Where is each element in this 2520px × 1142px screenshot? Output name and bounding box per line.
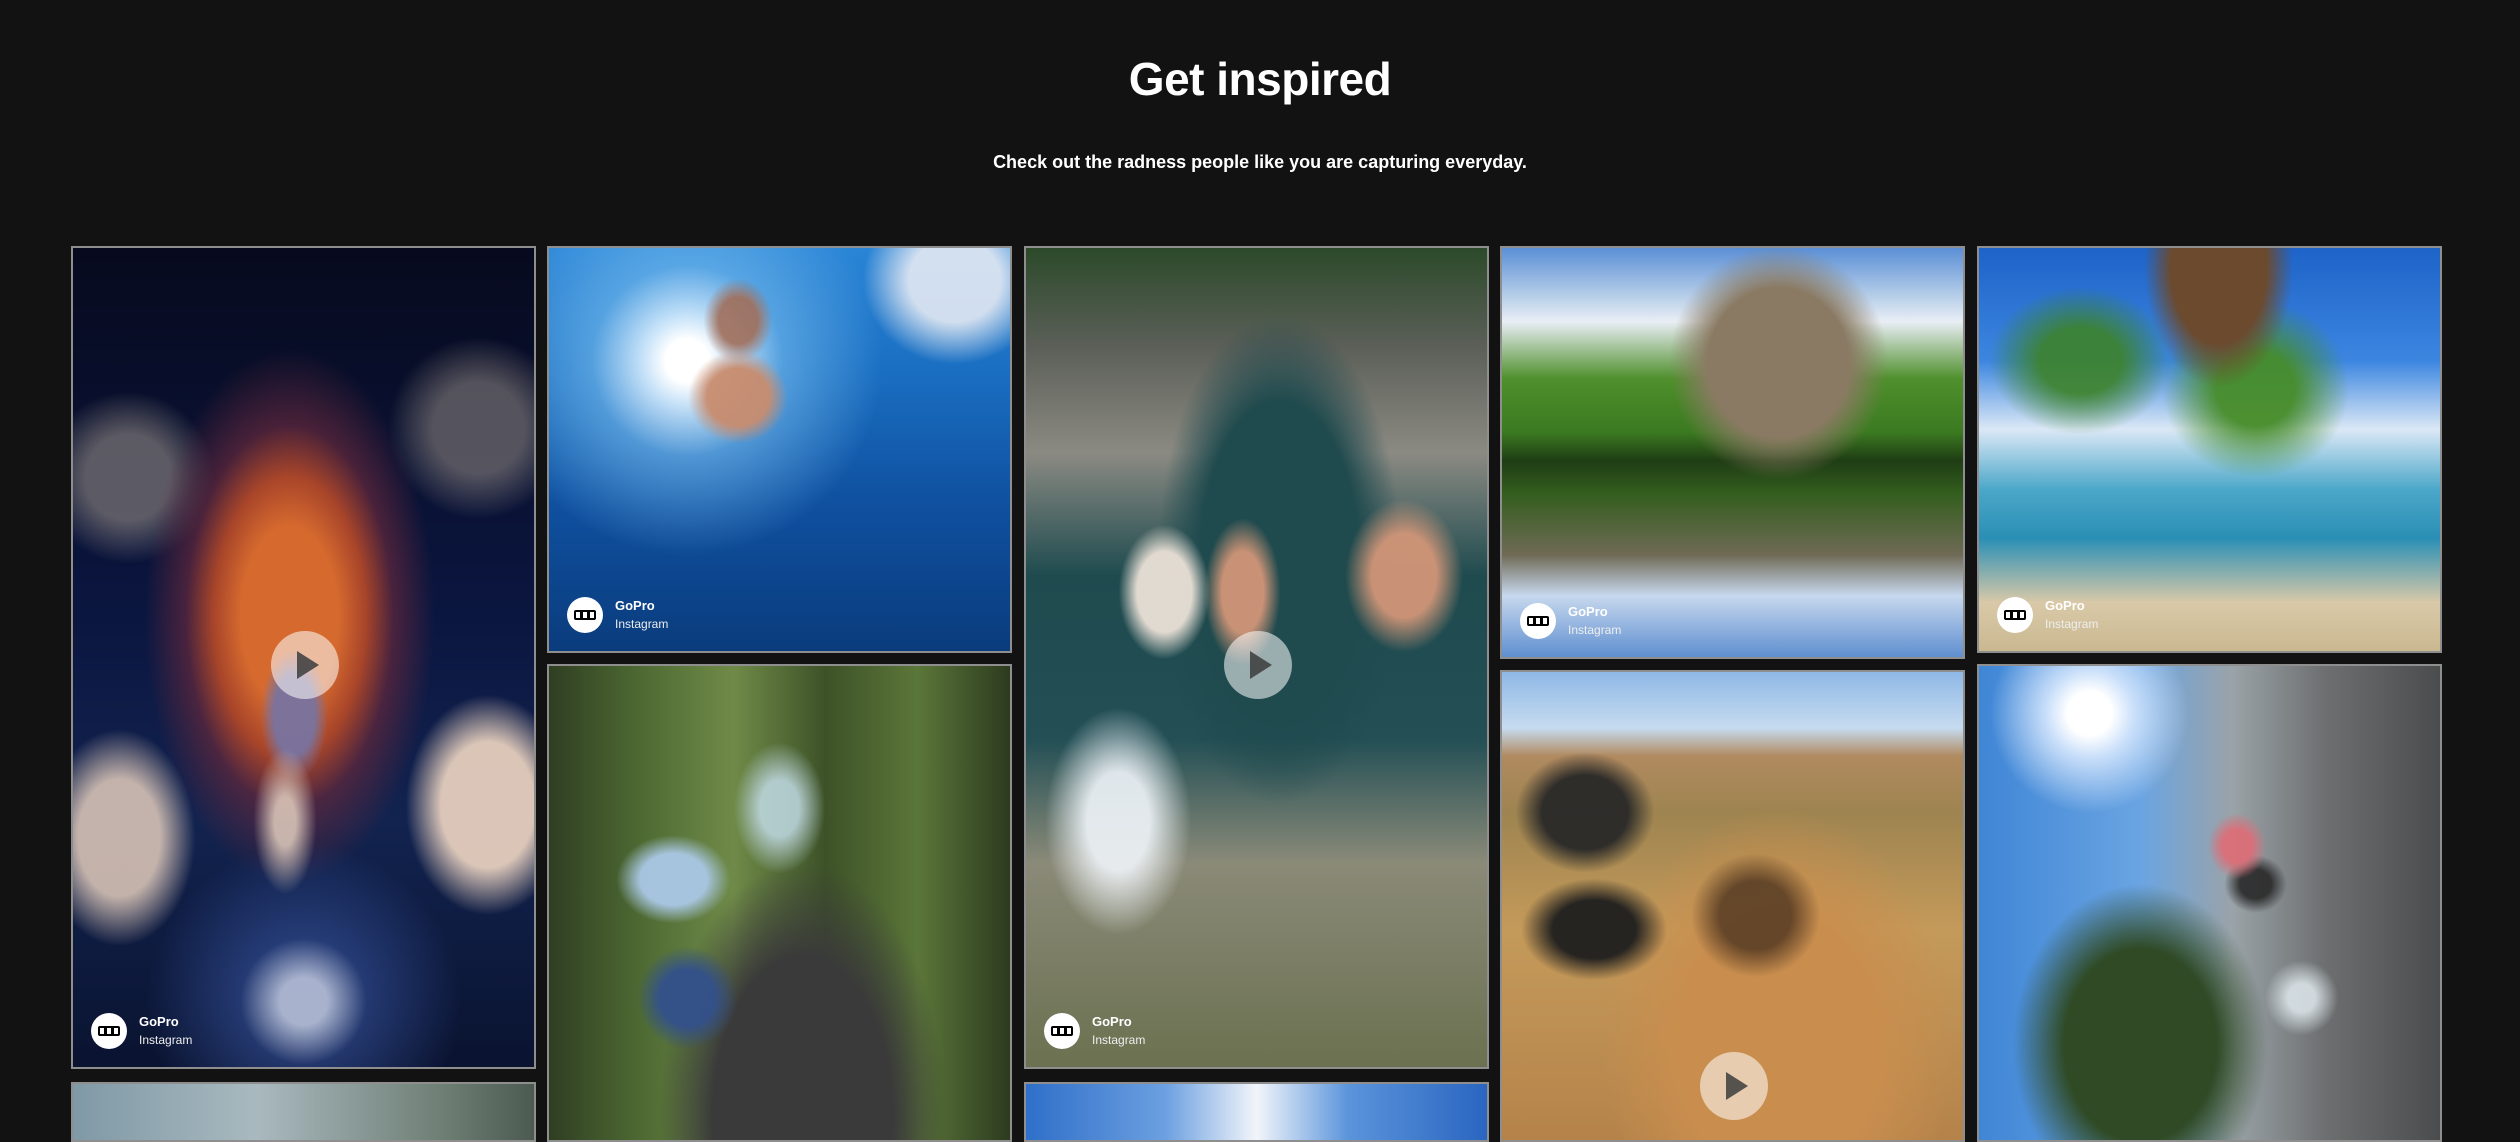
- badge-platform: Instagram: [139, 1033, 193, 1047]
- page-subtitle: Check out the radness people like you ar…: [993, 152, 1527, 172]
- gallery-tile[interactable]: GoPro Instagram: [547, 246, 1012, 653]
- photo-sky-partial: [1026, 1084, 1487, 1140]
- page-title: Get inspired: [1128, 53, 1392, 105]
- photo-palm-beach: [1979, 248, 2440, 651]
- badge-platform: Instagram: [1092, 1033, 1146, 1047]
- source-badge[interactable]: GoPro Instagram: [1520, 603, 1621, 639]
- gallery-tile[interactable]: [1500, 670, 1965, 1142]
- gallery-tile[interactable]: GoPro Instagram: [1500, 246, 1965, 659]
- source-badge[interactable]: GoPro Instagram: [1997, 597, 2098, 633]
- gallery-tile[interactable]: [71, 1082, 536, 1142]
- play-icon[interactable]: [271, 631, 339, 699]
- gopro-logo-icon: [1044, 1013, 1080, 1049]
- gallery-tile[interactable]: GoPro Instagram: [71, 246, 536, 1069]
- gopro-logo-icon: [567, 597, 603, 633]
- badge-brand: GoPro: [1568, 604, 1608, 619]
- badge-platform: Instagram: [615, 617, 669, 631]
- source-badge[interactable]: GoPro Instagram: [1044, 1013, 1145, 1049]
- gallery-tile[interactable]: [1024, 1082, 1489, 1142]
- badge-platform: Instagram: [2045, 617, 2099, 631]
- gopro-logo-icon: [1520, 603, 1556, 639]
- gallery-tile[interactable]: [1977, 664, 2442, 1142]
- gopro-logo-icon: [1997, 597, 2033, 633]
- badge-brand: GoPro: [2045, 598, 2085, 613]
- photo-mountain-lake: [1502, 248, 1963, 657]
- badge-brand: GoPro: [1092, 1014, 1132, 1029]
- source-badge[interactable]: GoPro Instagram: [567, 597, 668, 633]
- gallery-tile[interactable]: GoPro Instagram: [1977, 246, 2442, 653]
- play-icon[interactable]: [1224, 631, 1292, 699]
- badge-brand: GoPro: [615, 598, 655, 613]
- photo-mountain-partial: [73, 1084, 534, 1140]
- gallery-tile[interactable]: GoPro Instagram: [1024, 246, 1489, 1069]
- climber-figure: [1979, 666, 2440, 1140]
- gallery-tile[interactable]: [547, 664, 1012, 1142]
- source-badge[interactable]: GoPro Instagram: [91, 1013, 192, 1049]
- gopro-logo-icon: [91, 1013, 127, 1049]
- badge-platform: Instagram: [1568, 623, 1622, 637]
- skater-figure: [549, 666, 1010, 1140]
- play-icon[interactable]: [1700, 1052, 1768, 1120]
- swimmer-figure: [549, 248, 1010, 651]
- badge-brand: GoPro: [139, 1014, 179, 1029]
